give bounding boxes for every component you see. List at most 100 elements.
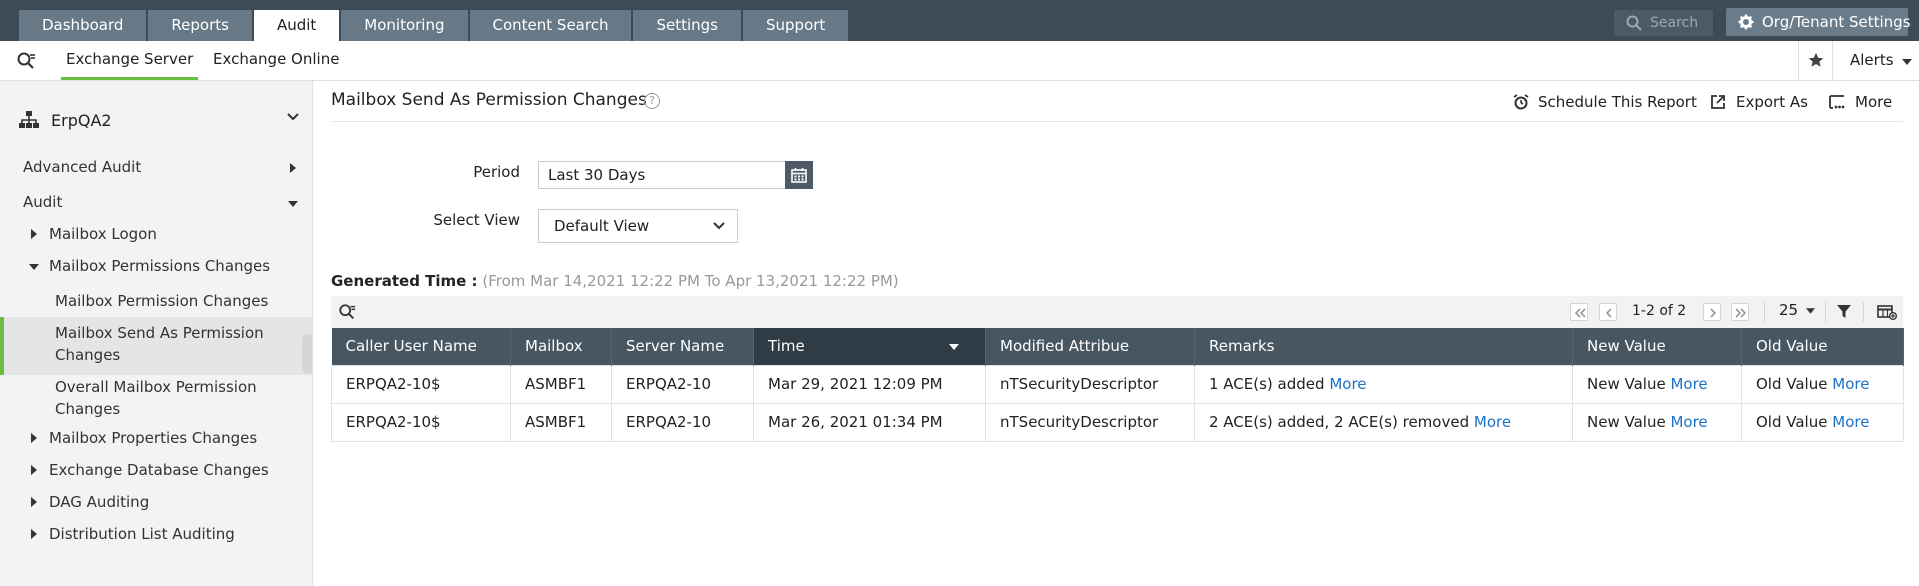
column-header-new-value[interactable]: New Value [1572,328,1742,365]
hierarchy-icon [19,111,39,128]
global-search-input[interactable]: Search [1614,10,1713,36]
chevron-down-icon [713,222,725,230]
last-page-button[interactable] [1731,303,1749,321]
subtab-exchange-server[interactable]: Exchange Server [61,50,199,80]
subtab-exchange-online[interactable]: Exchange Online [213,50,339,68]
org-name: ErpQA2 [51,111,112,130]
sidebar-item-distribution-list-auditing[interactable]: Distribution List Auditing [31,523,235,545]
export-icon [1711,95,1725,109]
favorite-button[interactable] [1798,41,1832,80]
sidebar-item-label: Overall Mailbox Permission [55,378,257,396]
column-header-remarks[interactable]: Remarks [1194,328,1573,365]
sidebar-item-exchange-database-changes[interactable]: Exchange Database Changes [31,459,269,481]
sidebar-item-mailbox-logon[interactable]: Mailbox Logon [31,223,157,245]
double-chevron-left-icon [1574,308,1586,318]
old-value-more-link[interactable]: More [1832,413,1869,431]
new-value-more-link[interactable]: More [1670,413,1707,431]
chevron-right-icon [1710,308,1717,318]
tab-monitoring[interactable]: Monitoring [341,10,468,41]
more-actions-label: More [1855,93,1893,111]
toolbar-separator [1764,302,1765,322]
sidebar-item-label: Mailbox Send As Permission [55,324,264,342]
cell-modified-attribute: nTSecurityDescriptor [985,364,1195,404]
sidebar-item-mailbox-send-as-permission-changes[interactable]: Mailbox Send As Permission Changes [55,322,264,366]
cell-old-value: Old Value More [1741,364,1904,404]
old-value-text: Old Value [1756,413,1828,431]
sidebar-item-audit[interactable]: Audit [23,191,300,213]
column-header-old-value[interactable]: Old Value [1741,328,1904,365]
report-table: Caller User Name Mailbox Server Name Tim… [331,328,1904,442]
search-icon [1626,15,1642,31]
tab-support[interactable]: Support [743,10,849,41]
column-chooser-icon[interactable] [1877,304,1897,320]
period-input[interactable]: Last 30 Days [538,161,786,189]
cell-server-name: ERPQA2-10 [611,364,754,404]
alerts-dropdown[interactable]: Alerts [1832,41,1919,80]
view-select[interactable]: Default View [538,209,738,243]
next-page-button[interactable] [1703,303,1721,321]
column-header-caller-user-name[interactable]: Caller User Name [331,328,511,365]
caret-down-icon [1805,307,1815,314]
more-actions-button[interactable]: More [1829,93,1892,111]
sidebar-collapse-handle[interactable] [302,334,312,374]
caret-down-icon [1902,59,1913,65]
period-label: Period [473,163,520,181]
export-as-button[interactable]: Export As [1710,93,1808,111]
cell-remarks: 1 ACE(s) added More [1194,364,1573,404]
new-value-text: New Value [1587,375,1666,393]
new-value-more-link[interactable]: More [1670,375,1707,393]
toolbar-separator [1825,302,1826,322]
rows-per-page-select[interactable]: 25 [1779,301,1815,319]
filter-icon[interactable] [1837,305,1851,319]
top-navigation-bar: Dashboard Reports Audit Monitoring Conte… [0,0,1919,41]
sidebar-item-mailbox-permissions-changes[interactable]: Mailbox Permissions Changes [29,255,270,277]
view-select-value: Default View [554,217,650,235]
cell-time: Mar 29, 2021 12:09 PM [753,364,986,404]
caret-right-icon [31,529,37,539]
calendar-button[interactable] [785,161,813,189]
toolbar-separator [1863,302,1864,322]
help-icon[interactable]: ? [644,93,660,109]
column-header-server-name[interactable]: Server Name [611,328,754,365]
new-value-text: New Value [1587,413,1666,431]
column-header-time[interactable]: Time [753,328,986,365]
remarks-more-link[interactable]: More [1329,375,1366,393]
tab-reports[interactable]: Reports [148,10,252,41]
tab-content-search[interactable]: Content Search [469,10,632,41]
sidebar-item-dag-auditing[interactable]: DAG Auditing [31,491,149,513]
sidebar-item-advanced-audit[interactable]: Advanced Audit [23,156,300,178]
rows-per-page-value: 25 [1779,301,1799,319]
sidebar-item-label: Advanced Audit [23,158,142,176]
org-selector[interactable]: ErpQA2 [19,109,299,133]
generated-time-value: (From Mar 14,2021 12:22 PM To Apr 13,202… [482,272,899,290]
old-value-text: Old Value [1756,375,1828,393]
sidebar-item-label: Mailbox Permission Changes [55,292,269,310]
table-search-icon[interactable] [338,303,356,321]
sidebar-item-label: Mailbox Permissions Changes [49,257,271,275]
previous-page-button[interactable] [1599,303,1617,321]
column-header-modified-attribute[interactable]: Modified Attribue [985,328,1195,365]
first-page-button[interactable] [1570,303,1588,321]
old-value-more-link[interactable]: More [1832,375,1869,393]
org-tenant-settings-button[interactable]: Org/Tenant Settings [1726,8,1911,36]
remarks-more-link[interactable]: More [1474,413,1511,431]
search-filter-icon[interactable] [16,51,36,71]
sidebar-item-mailbox-properties-changes[interactable]: Mailbox Properties Changes [31,427,257,449]
sidebar-item-label: DAG Auditing [49,493,150,511]
cell-caller-user-name: ERPQA2-10$ [331,364,511,404]
schedule-report-button[interactable]: Schedule This Report [1513,93,1697,111]
cell-mailbox: ASMBF1 [510,364,612,404]
tab-audit[interactable]: Audit [253,10,340,41]
caret-down-icon [288,201,298,207]
generated-time: Generated Time : (From Mar 14,2021 12:22… [331,272,899,290]
tab-dashboard[interactable]: Dashboard [19,10,147,41]
column-header-mailbox[interactable]: Mailbox [510,328,612,365]
caret-right-icon [31,433,37,443]
sub-navigation-bar: Exchange Server Exchange Online Alerts [0,41,1919,81]
sidebar-item-mailbox-permission-changes[interactable]: Mailbox Permission Changes [55,290,268,312]
cell-new-value: New Value More [1572,364,1742,404]
sidebar-item-overall-mailbox-permission-changes[interactable]: Overall Mailbox Permission Changes [55,376,257,420]
pagination-status: 1-2 of 2 [1632,303,1687,319]
chevron-left-icon [1605,308,1612,318]
tab-settings[interactable]: Settings [633,10,741,41]
